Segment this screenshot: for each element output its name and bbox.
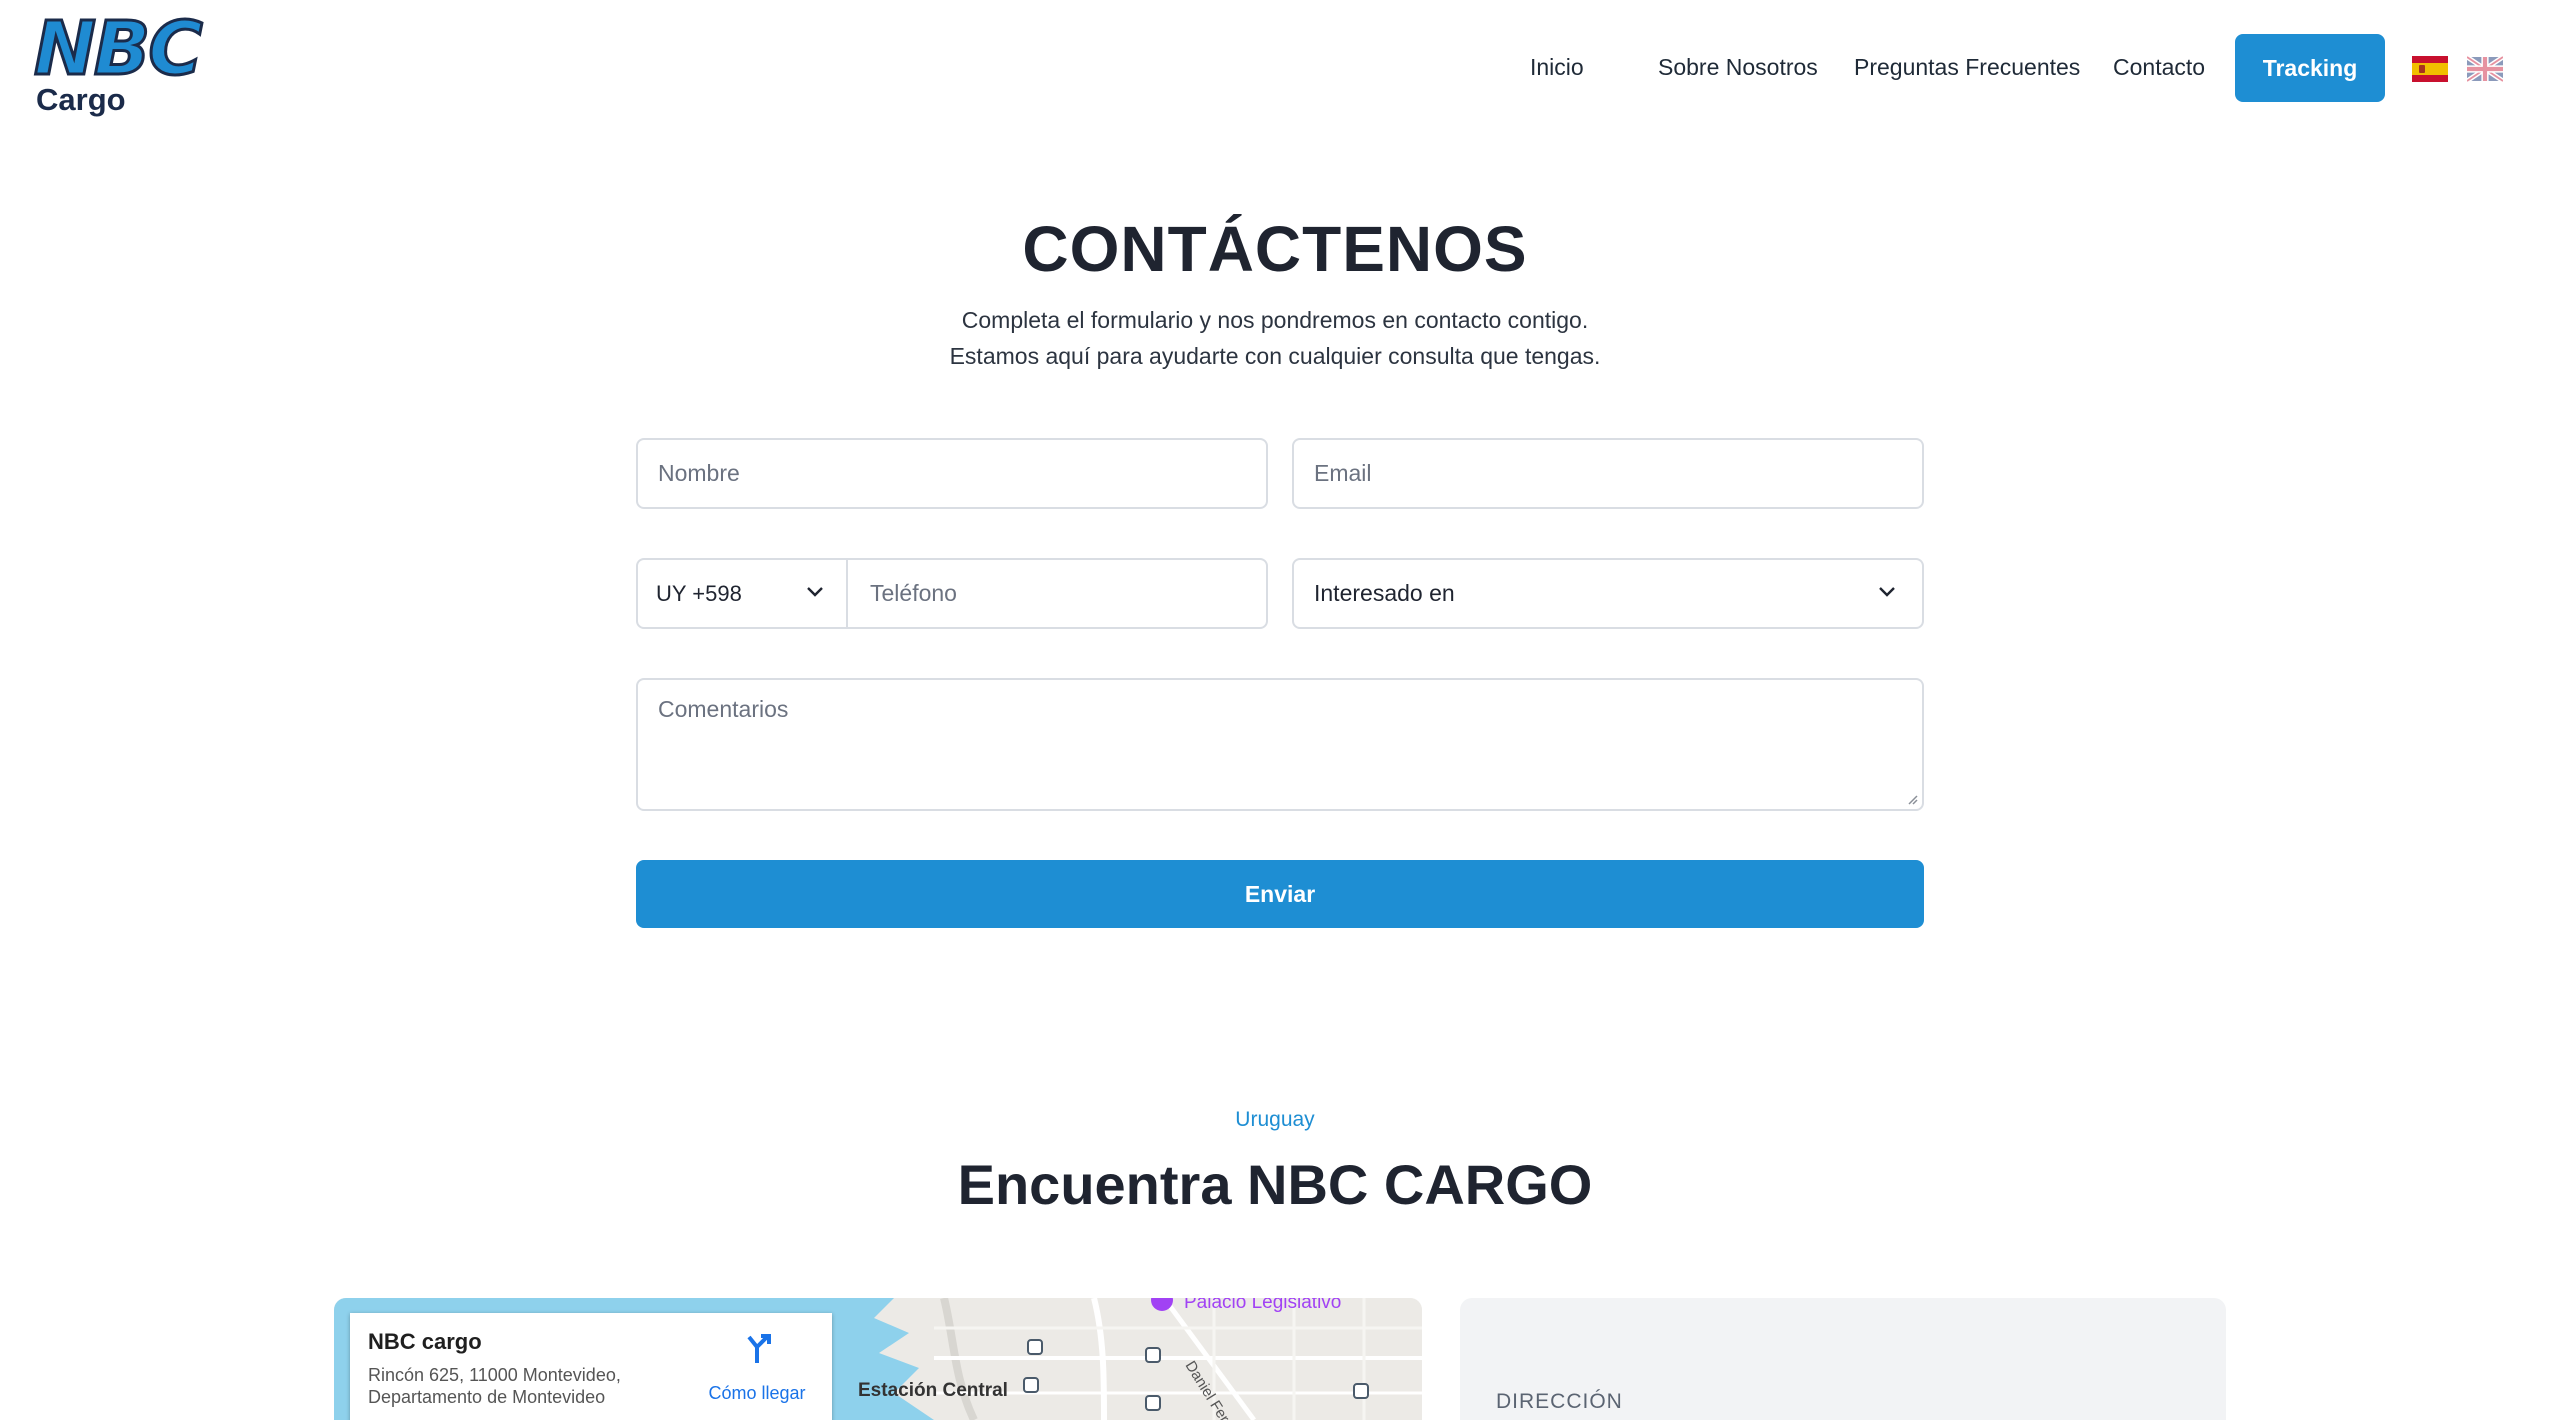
nav-link-sobre-nosotros[interactable]: Sobre Nosotros (1658, 54, 1818, 81)
submit-button[interactable]: Enviar (636, 860, 1924, 928)
phone-input[interactable]: Teléfono (850, 560, 1266, 627)
map-label-palace: Palacio Legislativo (1184, 1298, 1342, 1313)
logo-subtitle: Cargo (36, 82, 126, 117)
logo-wordmark: NBC (33, 6, 205, 92)
nav-link-contacto[interactable]: Contacto (2113, 54, 2205, 81)
country-code-select[interactable]: UY +598 (638, 560, 848, 627)
comments-textarea[interactable]: Comentarios (636, 678, 1924, 811)
map-place-card: NBC cargo Rincón 625, 11000 Montevideo, … (350, 1313, 832, 1420)
phone-input-placeholder: Teléfono (870, 580, 957, 606)
flag-uk-icon[interactable] (2467, 56, 2503, 82)
address-info-card: DIRECCIÓN (1460, 1298, 2226, 1420)
interest-select[interactable]: Interesado en (1292, 558, 1924, 629)
tracking-button[interactable]: Tracking (2235, 34, 2385, 102)
nbc-cargo-logo[interactable]: NBC Cargo (33, 11, 264, 118)
phone-field-group: UY +598 Teléfono (636, 558, 1268, 629)
map-label-station: Estación Central (858, 1380, 1008, 1401)
directions-label: Cómo llegar (708, 1383, 806, 1403)
google-map[interactable]: NBC cargo Rincón 625, 11000 Montevideo, … (334, 1298, 1422, 1420)
nav-link-preguntas-frecuentes[interactable]: Preguntas Frecuentes (1854, 54, 2080, 81)
section-eyebrow: Uruguay (1235, 1108, 1315, 1131)
map-place-name: NBC cargo (368, 1329, 482, 1354)
directions-icon (747, 1334, 771, 1363)
page-title: CONTÁCTENOS (1022, 213, 1528, 285)
nav-link-inicio[interactable]: Inicio (1530, 54, 1584, 81)
chevron-down-icon (807, 587, 823, 597)
interest-select-value: Interesado en (1314, 580, 1455, 606)
country-code-value: UY +598 (656, 580, 742, 606)
comments-placeholder: Comentarios (658, 696, 789, 722)
name-input-placeholder: Nombre (658, 460, 740, 486)
resize-handle-icon[interactable] (1906, 793, 1918, 805)
section-title: Encuentra NBC CARGO (957, 1153, 1593, 1216)
email-input[interactable]: Email (1292, 438, 1924, 509)
map-place-address-line-1: Rincón 625, 11000 Montevideo, (368, 1365, 621, 1385)
chevron-down-icon (1879, 587, 1895, 597)
site-header: NBC Cargo Inicio Sobre Nosotros Pregunta… (0, 0, 2550, 136)
address-heading: DIRECCIÓN (1496, 1390, 1623, 1413)
email-input-placeholder: Email (1314, 460, 1372, 486)
name-input[interactable]: Nombre (636, 438, 1268, 509)
map-place-address-line-2: Departamento de Montevideo (368, 1387, 606, 1407)
page-subtitle-line-1: Completa el formulario y nos pondremos e… (961, 307, 1589, 333)
page-subtitle-line-2: Estamos aquí para ayudarte con cualquier… (949, 343, 1601, 369)
flag-spain-icon[interactable] (2412, 56, 2448, 82)
